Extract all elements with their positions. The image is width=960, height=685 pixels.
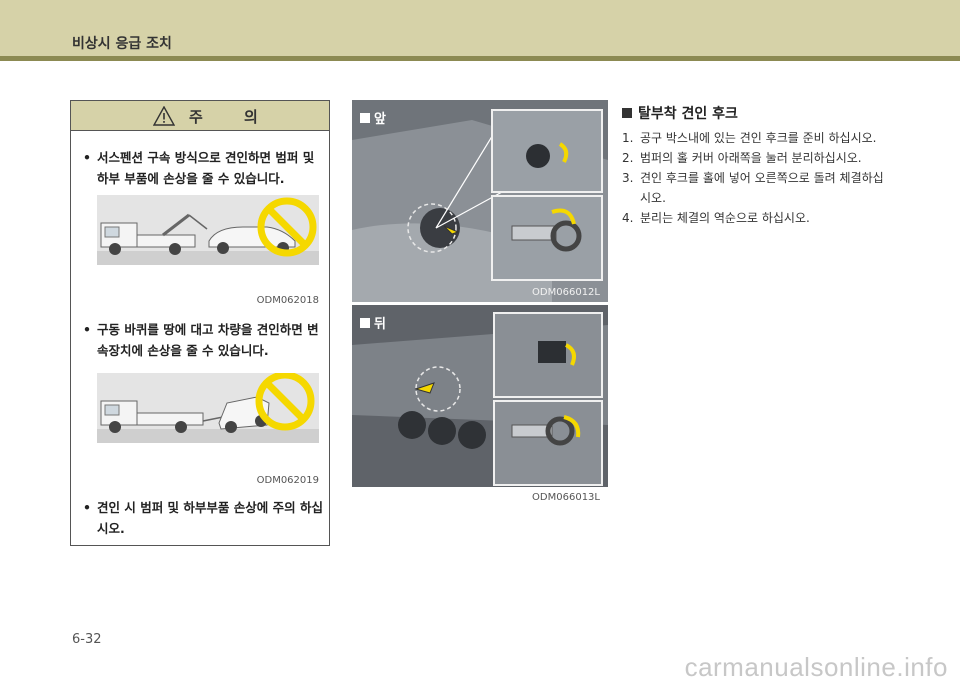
section-title: 탈부착 견인 후크 xyxy=(622,103,738,123)
image-code-2: ODM062019 xyxy=(256,475,319,486)
step-list: 1. 공구 박스내에 있는 견인 후크를 준비 하십시오. 2. 범퍼의 홀 커버 … xyxy=(622,128,890,228)
tow-truck-illustration-2 xyxy=(97,373,319,443)
front-hook-photo: 앞 ODM066012L xyxy=(352,100,608,302)
front-photo-label: 앞 xyxy=(360,108,386,127)
step-item: 3. 견인 후크를 홀에 넣어 오른쪽으로 돌려 체결하십시오. xyxy=(622,171,884,205)
step-item: 4. 분리는 체결의 역순으로 하십시오. xyxy=(622,211,810,225)
caution-header: 주 의 xyxy=(71,101,329,131)
page-header-title: 비상시 응급 조치 xyxy=(72,36,172,52)
header-strip xyxy=(0,56,960,61)
rear-photo-code: ODM066013L xyxy=(532,492,600,503)
warning-triangle-icon xyxy=(153,106,175,126)
step-item: 1. 공구 박스내에 있는 견인 후크를 준비 하십시오. xyxy=(622,131,877,145)
rear-hook-photo: 뒤 ODM066013L xyxy=(352,305,608,509)
caution-box: 주 의 • 서스펜션 구속 방식으로 견인하면 범퍼 및 하부 부품에 손상을 줄… xyxy=(70,100,330,546)
page-number: 6-32 xyxy=(72,632,102,647)
watermark: carmanualsonline.info xyxy=(684,652,948,682)
front-photo-code: ODM066012L xyxy=(532,287,600,298)
rear-photo-label: 뒤 xyxy=(360,313,386,332)
tow-truck-illustration-1 xyxy=(97,195,319,265)
caution-title: 주 의 xyxy=(189,108,276,126)
caution-bullet-1: • 서스펜션 구속 방식으로 견인하면 범퍼 및 하부 부품에 손상을 줄 수 있… xyxy=(83,150,315,186)
image-code-1: ODM062018 xyxy=(256,295,319,306)
caution-bullet-2: • 구동 바퀴를 땅에 대고 차량을 견인하면 변속장치에 손상을 줄 수 있습니… xyxy=(83,322,319,358)
step-item: 2. 범퍼의 홀 커버 아래쪽을 눌러 분리하십시오. xyxy=(622,151,862,165)
caution-bullet-3: • 견인 시 범퍼 및 하부부품 손상에 주의 하십시오. xyxy=(83,500,323,536)
